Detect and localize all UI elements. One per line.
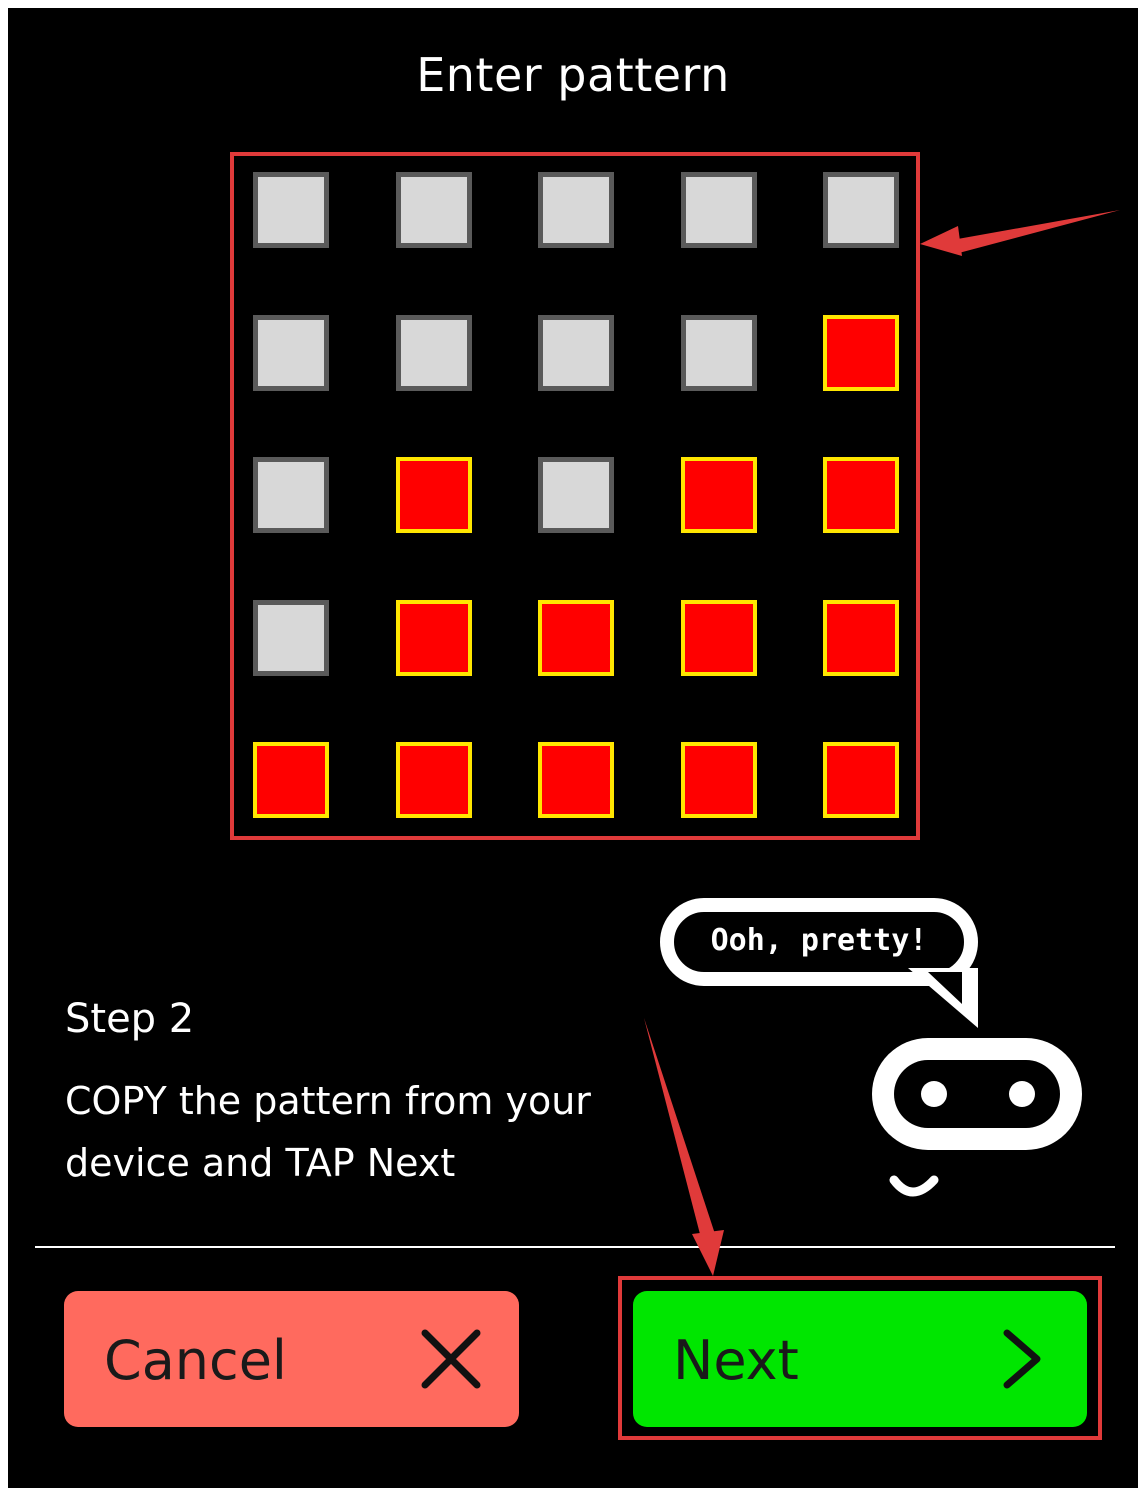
- led-cell-r3-c4[interactable]: [681, 457, 757, 533]
- led-cell-r2-c5[interactable]: [823, 315, 899, 391]
- close-icon: [421, 1329, 481, 1389]
- led-cell-r2-c4[interactable]: [681, 315, 757, 391]
- led-cell-r3-c3[interactable]: [538, 457, 614, 533]
- step-label: Step 2: [65, 996, 195, 1042]
- led-cell-r4-c5[interactable]: [823, 600, 899, 676]
- led-cell-r4-c1[interactable]: [253, 600, 329, 676]
- led-cell-r2-c2[interactable]: [396, 315, 472, 391]
- led-cell-r2-c1[interactable]: [253, 315, 329, 391]
- led-cell-r5-c5[interactable]: [823, 742, 899, 818]
- cancel-button-label: Cancel: [104, 1329, 287, 1392]
- led-cell-r3-c2[interactable]: [396, 457, 472, 533]
- microbit-mascot-icon: [872, 1038, 1082, 1197]
- page-title: Enter pattern: [416, 48, 730, 102]
- divider: [35, 1246, 1115, 1248]
- arrow-to-grid: [920, 210, 1120, 256]
- next-button-label: Next: [673, 1329, 799, 1392]
- led-cell-r5-c3[interactable]: [538, 742, 614, 818]
- led-cell-r4-c2[interactable]: [396, 600, 472, 676]
- led-cell-r1-c3[interactable]: [538, 172, 614, 248]
- led-cell-r5-c2[interactable]: [396, 742, 472, 818]
- led-cell-r5-c4[interactable]: [681, 742, 757, 818]
- led-cell-r3-c1[interactable]: [253, 457, 329, 533]
- next-button[interactable]: Next: [633, 1291, 1087, 1427]
- led-cell-r1-c4[interactable]: [681, 172, 757, 248]
- speech-bubble-text: Ooh, pretty!: [710, 923, 928, 958]
- led-cell-r3-c5[interactable]: [823, 457, 899, 533]
- led-cell-r5-c1[interactable]: [253, 742, 329, 818]
- led-cell-r1-c2[interactable]: [396, 172, 472, 248]
- instruction-text: COPY the pattern from your device and TA…: [65, 1079, 591, 1185]
- led-cell-r4-c3[interactable]: [538, 600, 614, 676]
- cancel-button[interactable]: Cancel: [64, 1291, 519, 1427]
- led-cell-r2-c3[interactable]: [538, 315, 614, 391]
- chevron-right-icon: [1003, 1329, 1041, 1389]
- pairing-screen: Enter pattern Ooh, pretty! Step 2 COPY t…: [8, 8, 1138, 1488]
- led-cell-r1-c1[interactable]: [253, 172, 329, 248]
- led-cell-r1-c5[interactable]: [823, 172, 899, 248]
- led-cell-r4-c4[interactable]: [681, 600, 757, 676]
